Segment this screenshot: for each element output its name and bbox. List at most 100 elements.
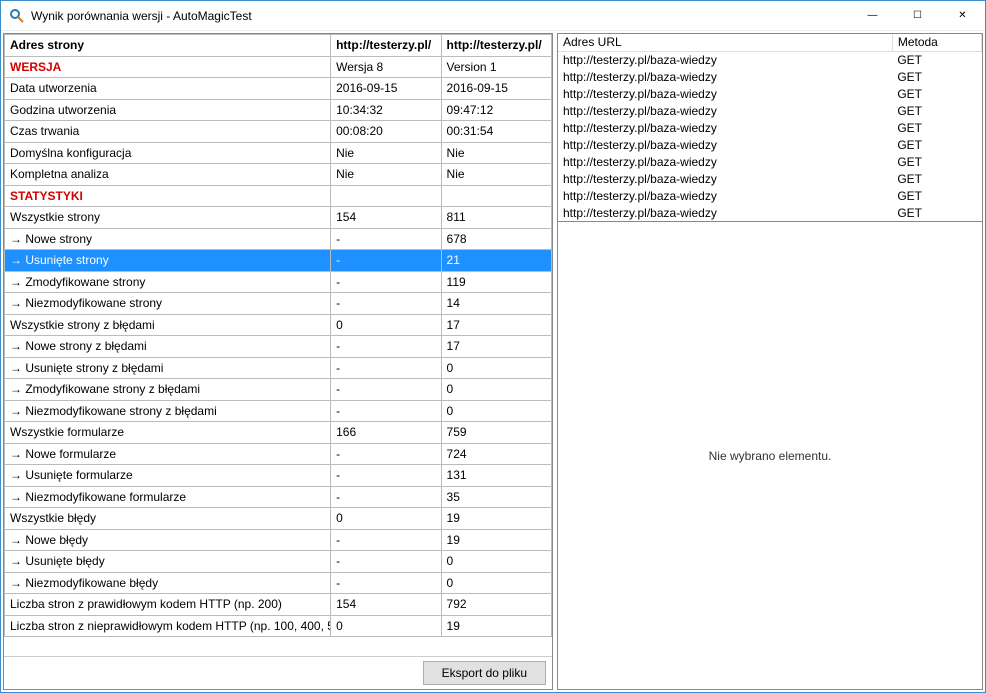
details-row[interactable]: http://testerzy.pl/baza-wiedzyGET — [558, 68, 982, 85]
details-header-row: Adres URL Metoda — [558, 34, 982, 51]
details-header-method[interactable]: Metoda — [892, 34, 981, 51]
row-value-2: 21 — [441, 250, 551, 272]
row-value-1: 2016-09-15 — [331, 78, 441, 100]
row-label: Wszystkie strony z błędami — [5, 314, 331, 336]
details-row[interactable]: http://testerzy.pl/baza-wiedzyGET — [558, 51, 982, 68]
details-row[interactable]: http://testerzy.pl/baza-wiedzyGET — [558, 204, 982, 221]
row-label: → Niezmodyfikowane strony z błędami — [5, 400, 331, 422]
table-row[interactable]: → Nowe formularze-724 — [5, 443, 552, 465]
table-row[interactable]: → Niezmodyfikowane formularze-35 — [5, 486, 552, 508]
table-row[interactable]: STATYSTYKI — [5, 185, 552, 207]
details-empty: Nie wybrano elementu. — [558, 222, 982, 689]
details-empty-message: Nie wybrano elementu. — [709, 449, 832, 463]
table-row[interactable]: → Nowe strony-678 — [5, 228, 552, 250]
row-value-2: 119 — [441, 271, 551, 293]
row-value-2: 19 — [441, 529, 551, 551]
app-icon — [9, 8, 25, 24]
row-value-2: 0 — [441, 551, 551, 573]
details-row[interactable]: http://testerzy.pl/baza-wiedzyGET — [558, 187, 982, 204]
table-row[interactable]: Liczba stron z prawidłowym kodem HTTP (n… — [5, 594, 552, 616]
table-row[interactable]: Data utworzenia2016-09-152016-09-15 — [5, 78, 552, 100]
row-value-2: 0 — [441, 572, 551, 594]
row-value-2: 0 — [441, 379, 551, 401]
table-row[interactable]: → Zmodyfikowane strony-119 — [5, 271, 552, 293]
row-value-1: - — [331, 465, 441, 487]
table-row[interactable]: → Usunięte strony z błędami-0 — [5, 357, 552, 379]
row-value-2: 17 — [441, 336, 551, 358]
table-row[interactable]: Wszystkie błędy019 — [5, 508, 552, 530]
table-row[interactable]: → Usunięte strony-21 — [5, 250, 552, 272]
comparison-header-label[interactable]: Adres strony — [5, 35, 331, 57]
details-row[interactable]: http://testerzy.pl/baza-wiedzyGET — [558, 170, 982, 187]
row-value-2: 724 — [441, 443, 551, 465]
table-row[interactable]: Kompletna analizaNieNie — [5, 164, 552, 186]
details-url: http://testerzy.pl/baza-wiedzy — [558, 187, 892, 204]
details-row[interactable]: http://testerzy.pl/baza-wiedzyGET — [558, 102, 982, 119]
titlebar: Wynik porównania wersji - AutoMagicTest … — [1, 1, 985, 31]
row-label: → Nowe strony z błędami — [5, 336, 331, 358]
comparison-header-row: Adres strony http://testerzy.pl/ http://… — [5, 35, 552, 57]
details-row[interactable]: http://testerzy.pl/baza-wiedzyGET — [558, 85, 982, 102]
table-row[interactable]: → Usunięte formularze-131 — [5, 465, 552, 487]
comparison-grid-scroll[interactable]: Adres strony http://testerzy.pl/ http://… — [4, 34, 552, 656]
table-row[interactable]: → Nowe strony z błędami-17 — [5, 336, 552, 358]
row-label: Wszystkie formularze — [5, 422, 331, 444]
details-row[interactable]: http://testerzy.pl/baza-wiedzyGET — [558, 153, 982, 170]
table-row[interactable]: → Niezmodyfikowane błędy-0 — [5, 572, 552, 594]
row-value-1: 154 — [331, 594, 441, 616]
close-button[interactable]: ✕ — [940, 1, 985, 30]
table-row[interactable]: Wszystkie strony z błędami017 — [5, 314, 552, 336]
table-row[interactable]: → Niezmodyfikowane strony z błędami-0 — [5, 400, 552, 422]
row-value-1: - — [331, 443, 441, 465]
row-value-2: 2016-09-15 — [441, 78, 551, 100]
table-row[interactable]: → Usunięte błędy-0 — [5, 551, 552, 573]
row-value-1: - — [331, 271, 441, 293]
maximize-button[interactable]: ☐ — [895, 1, 940, 30]
table-row[interactable]: → Nowe błędy-19 — [5, 529, 552, 551]
table-row[interactable]: → Zmodyfikowane strony z błędami-0 — [5, 379, 552, 401]
left-footer: Eksport do pliku — [4, 656, 552, 689]
details-grid-scroll[interactable]: Adres URL Metoda http://testerzy.pl/baza… — [558, 34, 982, 222]
row-label: → Usunięte formularze — [5, 465, 331, 487]
details-url: http://testerzy.pl/baza-wiedzy — [558, 51, 892, 68]
row-value-2: Nie — [441, 142, 551, 164]
row-label: Domyślna konfiguracja — [5, 142, 331, 164]
row-label: → Usunięte błędy — [5, 551, 331, 573]
table-row[interactable]: Wszystkie formularze166759 — [5, 422, 552, 444]
row-value-2: 09:47:12 — [441, 99, 551, 121]
row-label: → Zmodyfikowane strony — [5, 271, 331, 293]
row-value-1: 154 — [331, 207, 441, 229]
details-url: http://testerzy.pl/baza-wiedzy — [558, 136, 892, 153]
row-label: Kompletna analiza — [5, 164, 331, 186]
row-value-2: 131 — [441, 465, 551, 487]
details-url: http://testerzy.pl/baza-wiedzy — [558, 119, 892, 136]
table-row[interactable]: Liczba stron z nieprawidłowym kodem HTTP… — [5, 615, 552, 637]
row-value-2 — [441, 185, 551, 207]
details-url: http://testerzy.pl/baza-wiedzy — [558, 153, 892, 170]
details-row[interactable]: http://testerzy.pl/baza-wiedzyGET — [558, 119, 982, 136]
comparison-header-col1[interactable]: http://testerzy.pl/ — [331, 35, 441, 57]
table-row[interactable]: Godzina utworzenia10:34:3209:47:12 — [5, 99, 552, 121]
details-header-url[interactable]: Adres URL — [558, 34, 892, 51]
table-row[interactable]: → Niezmodyfikowane strony-14 — [5, 293, 552, 315]
row-value-1: 166 — [331, 422, 441, 444]
content-area: Adres strony http://testerzy.pl/ http://… — [1, 31, 985, 692]
table-row[interactable]: Czas trwania00:08:2000:31:54 — [5, 121, 552, 143]
details-row[interactable]: http://testerzy.pl/baza-wiedzyGET — [558, 136, 982, 153]
minimize-button[interactable]: — — [850, 1, 895, 30]
row-value-2: 811 — [441, 207, 551, 229]
comparison-grid: Adres strony http://testerzy.pl/ http://… — [4, 34, 552, 637]
row-label: → Usunięte strony — [5, 250, 331, 272]
table-row[interactable]: Domyślna konfiguracjaNieNie — [5, 142, 552, 164]
row-value-2: 792 — [441, 594, 551, 616]
table-row[interactable]: Wszystkie strony154811 — [5, 207, 552, 229]
row-value-2: Version 1 — [441, 56, 551, 78]
details-method: GET — [892, 119, 981, 136]
export-button[interactable]: Eksport do pliku — [423, 661, 546, 685]
table-row[interactable]: WERSJAWersja 8Version 1 — [5, 56, 552, 78]
row-value-2: 678 — [441, 228, 551, 250]
row-value-1: Nie — [331, 164, 441, 186]
row-value-2: 19 — [441, 615, 551, 637]
row-label: Wszystkie błędy — [5, 508, 331, 530]
comparison-header-col2[interactable]: http://testerzy.pl/ — [441, 35, 551, 57]
